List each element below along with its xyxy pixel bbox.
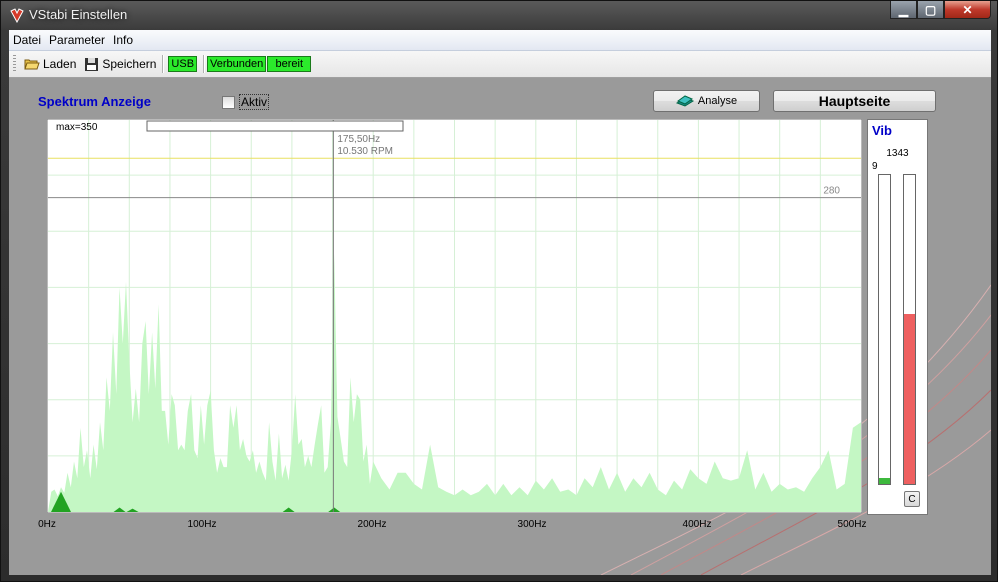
vib-value: 1343 [886,148,909,159]
toolbar-separator [203,55,206,73]
x-tick-label: 200Hz [357,519,387,530]
toolbar: Laden Speichern USB Verbunden bereit [9,51,991,78]
vstabi-logo-icon [10,8,24,23]
menu-bar: Datei Parameter Info [9,30,991,51]
vib-bar-left [878,174,891,485]
menu-parameter[interactable]: Parameter [45,33,109,47]
scroll-range-bar[interactable] [146,120,404,132]
analyse-label: Analyse [697,95,738,107]
x-tick-label: 400Hz [682,519,712,530]
title-bar[interactable]: VStabi Einstellen ▁ ▢ ✕ [1,1,997,29]
x-tick-label: 100Hz [187,519,217,530]
status-ready: bereit [267,56,312,72]
close-button[interactable]: ✕ [944,1,991,19]
x-tick-label: 0Hz [38,519,56,530]
aktiv-checkbox[interactable]: Aktiv [222,94,270,110]
max-label: max=350 [56,122,98,133]
status-connected: Verbunden [207,56,267,72]
load-button[interactable]: Laden [24,57,76,71]
menu-datei[interactable]: Datei [9,33,45,47]
window-controls: ▁ ▢ ✕ [890,1,991,19]
spectrum-chart[interactable]: 280 175,50Hz 10.530 RPM max=350 [47,119,862,513]
hauptseite-button[interactable]: Hauptseite [773,90,936,112]
close-icon: ✕ [962,2,973,17]
analyse-button[interactable]: Analyse [653,90,760,112]
maximize-button[interactable]: ▢ [917,1,944,19]
vib-small-value: 9 [872,161,878,172]
client-area: Datei Parameter Info Laden Speichern USB… [9,30,991,575]
save-button[interactable]: Speichern [84,57,156,72]
x-tick-label: 500Hz [837,519,867,530]
window-title: VStabi Einstellen [29,7,128,22]
toolbar-separator [162,55,165,73]
usb-indicator: USB [168,56,198,72]
minimize-icon: ▁ [898,2,909,17]
vib-title: Vib [872,123,892,138]
vib-bar-right-fill [904,314,915,484]
maximize-icon: ▢ [924,2,937,17]
aktiv-label: Aktiv [239,94,270,110]
menu-info[interactable]: Info [109,33,137,47]
vib-bar-left-fill [879,477,890,484]
cursor-rpm-label: 10.530 RPM [337,146,393,157]
threshold-label: 280 [823,186,840,197]
checkbox-box[interactable] [222,95,235,109]
load-label: Laden [43,57,77,71]
vib-reset-button[interactable]: C [904,491,920,507]
vibration-panel: Vib 1343 9 C [867,119,928,515]
app-window: VStabi Einstellen ▁ ▢ ✕ Datei Parameter … [0,0,998,582]
minimize-button[interactable]: ▁ [890,1,917,19]
panel-title: Spektrum Anzeige [38,94,151,109]
open-folder-icon [24,59,40,70]
floppy-disk-icon [85,57,99,71]
toolbar-grip[interactable] [13,55,16,73]
x-tick-label: 300Hz [517,519,547,530]
book-icon [675,95,694,107]
hauptseite-label: Hauptseite [818,93,891,109]
vib-bar-right [903,174,916,485]
cursor-frequency-label: 175,50Hz [337,134,380,145]
save-label: Speichern [102,57,157,71]
